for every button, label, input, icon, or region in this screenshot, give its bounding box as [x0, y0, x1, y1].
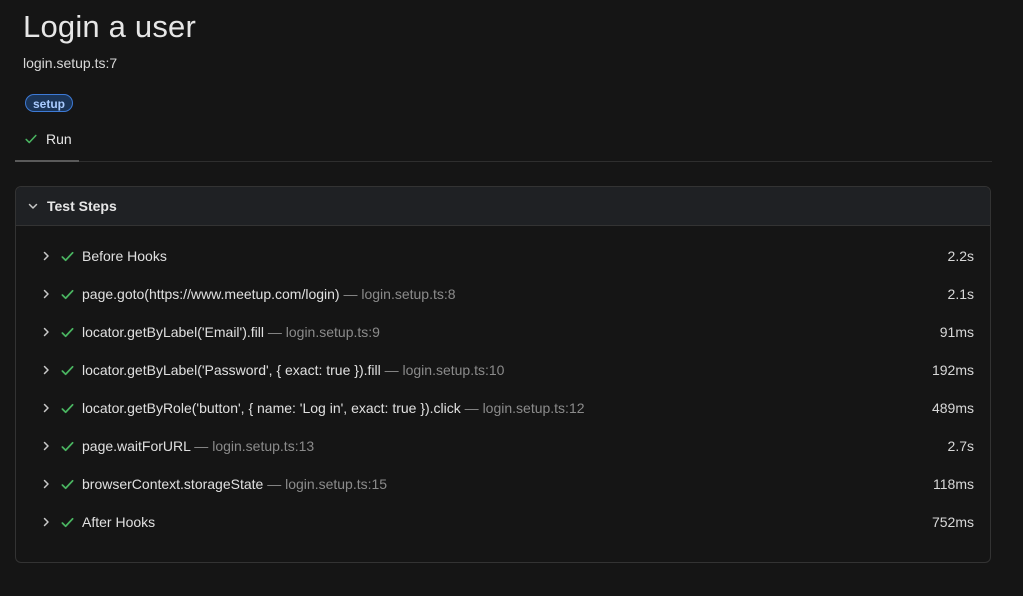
step-location[interactable]: — login.setup.ts:10	[381, 362, 505, 378]
check-icon	[61, 289, 74, 300]
step-text: page.goto(https://www.meetup.com/login) …	[82, 285, 456, 303]
step-location-value[interactable]: login.setup.ts:12	[483, 400, 585, 416]
step-title: Before Hooks	[82, 248, 167, 264]
run-tabs: Run	[15, 122, 992, 162]
step-list: Before Hooks 2.2s page.goto(https://www.me…	[16, 242, 990, 546]
step-title: page.waitForURL	[82, 438, 191, 454]
test-steps-title: Test Steps	[47, 198, 117, 214]
step-location[interactable]: — login.setup.ts:9	[264, 324, 380, 340]
chevron-right-icon[interactable]	[40, 516, 52, 528]
tab-run-label: Run	[46, 131, 72, 147]
test-title: Login a user	[23, 9, 197, 44]
step-text: locator.getByLabel('Password', { exact: …	[82, 361, 504, 379]
step-location-value[interactable]: login.setup.ts:13	[212, 438, 314, 454]
chevron-right-icon[interactable]	[40, 288, 52, 300]
step-duration: 118ms	[933, 476, 974, 492]
step-row[interactable]: After Hooks 752ms	[16, 508, 990, 546]
step-text: After Hooks	[82, 513, 155, 531]
chevron-right-icon[interactable]	[40, 364, 52, 376]
step-title: After Hooks	[82, 514, 156, 530]
check-icon	[61, 251, 74, 262]
test-steps-header[interactable]: Test Steps	[16, 187, 990, 226]
chevron-right-icon[interactable]	[40, 478, 52, 490]
chevron-right-icon[interactable]	[40, 326, 52, 338]
step-location-value[interactable]: login.setup.ts:15	[285, 476, 387, 492]
step-duration: 2.1s	[947, 286, 974, 302]
step-text: Before Hooks	[82, 247, 167, 265]
step-title: locator.getByLabel('Password', { exact: …	[82, 362, 381, 378]
step-row[interactable]: locator.getByLabel('Password', { exact: …	[16, 356, 990, 394]
check-icon	[25, 134, 37, 144]
step-duration: 2.2s	[947, 248, 974, 264]
step-duration: 91ms	[939, 324, 974, 340]
check-icon	[61, 479, 74, 490]
check-icon	[61, 327, 74, 338]
test-steps-panel: Test Steps Before Hooks 2.2s page.goto(htt…	[15, 186, 991, 563]
step-row[interactable]: browserContext.storageState — login.setu…	[16, 470, 990, 508]
step-row[interactable]: Before Hooks 2.2s	[16, 242, 990, 280]
chevron-right-icon[interactable]	[40, 440, 52, 452]
tab-run[interactable]: Run	[15, 122, 79, 162]
step-text: locator.getByLabel('Email').fill — login…	[82, 323, 380, 341]
test-file-location[interactable]: login.setup.ts:7	[23, 54, 117, 72]
check-icon	[61, 517, 74, 528]
step-text: locator.getByRole('button', { name: 'Log…	[82, 399, 585, 417]
step-location[interactable]: — login.setup.ts:12	[461, 400, 585, 416]
step-location[interactable]: — login.setup.ts:13	[190, 438, 314, 454]
chevron-down-icon	[28, 203, 38, 209]
check-icon	[61, 365, 74, 376]
step-location-value[interactable]: login.setup.ts:9	[286, 324, 380, 340]
step-duration: 2.7s	[947, 438, 974, 454]
chevron-right-icon[interactable]	[40, 250, 52, 262]
check-icon	[61, 403, 74, 414]
step-row[interactable]: locator.getByRole('button', { name: 'Log…	[16, 394, 990, 432]
step-title: page.goto(https://www.meetup.com/login)	[82, 286, 340, 302]
setup-tag-badge[interactable]: setup	[25, 94, 74, 112]
step-duration: 192ms	[931, 362, 974, 378]
step-row[interactable]: locator.getByLabel('Email').fill — login…	[16, 318, 990, 356]
step-text: browserContext.storageState — login.setu…	[82, 475, 387, 493]
test-detail-page: Login a user login.setup.ts:7 setup Run …	[0, 0, 1023, 596]
step-duration: 489ms	[931, 400, 974, 416]
step-text: page.waitForURL — login.setup.ts:13	[82, 437, 314, 455]
step-title: browserContext.storageState	[82, 476, 264, 492]
step-location[interactable]: — login.setup.ts:15	[263, 476, 387, 492]
step-location[interactable]: — login.setup.ts:8	[340, 286, 455, 302]
step-title: locator.getByRole('button', { name: 'Log…	[82, 400, 461, 416]
step-duration: 752ms	[931, 514, 974, 530]
chevron-right-icon[interactable]	[40, 402, 52, 414]
step-title: locator.getByLabel('Email').fill	[82, 324, 264, 340]
step-location-value[interactable]: login.setup.ts:8	[361, 286, 455, 302]
check-icon	[61, 441, 74, 452]
step-row[interactable]: page.goto(https://www.meetup.com/login) …	[16, 280, 990, 318]
step-row[interactable]: page.waitForURL — login.setup.ts:13 2.7s	[16, 432, 990, 470]
step-location-value[interactable]: login.setup.ts:10	[403, 362, 505, 378]
